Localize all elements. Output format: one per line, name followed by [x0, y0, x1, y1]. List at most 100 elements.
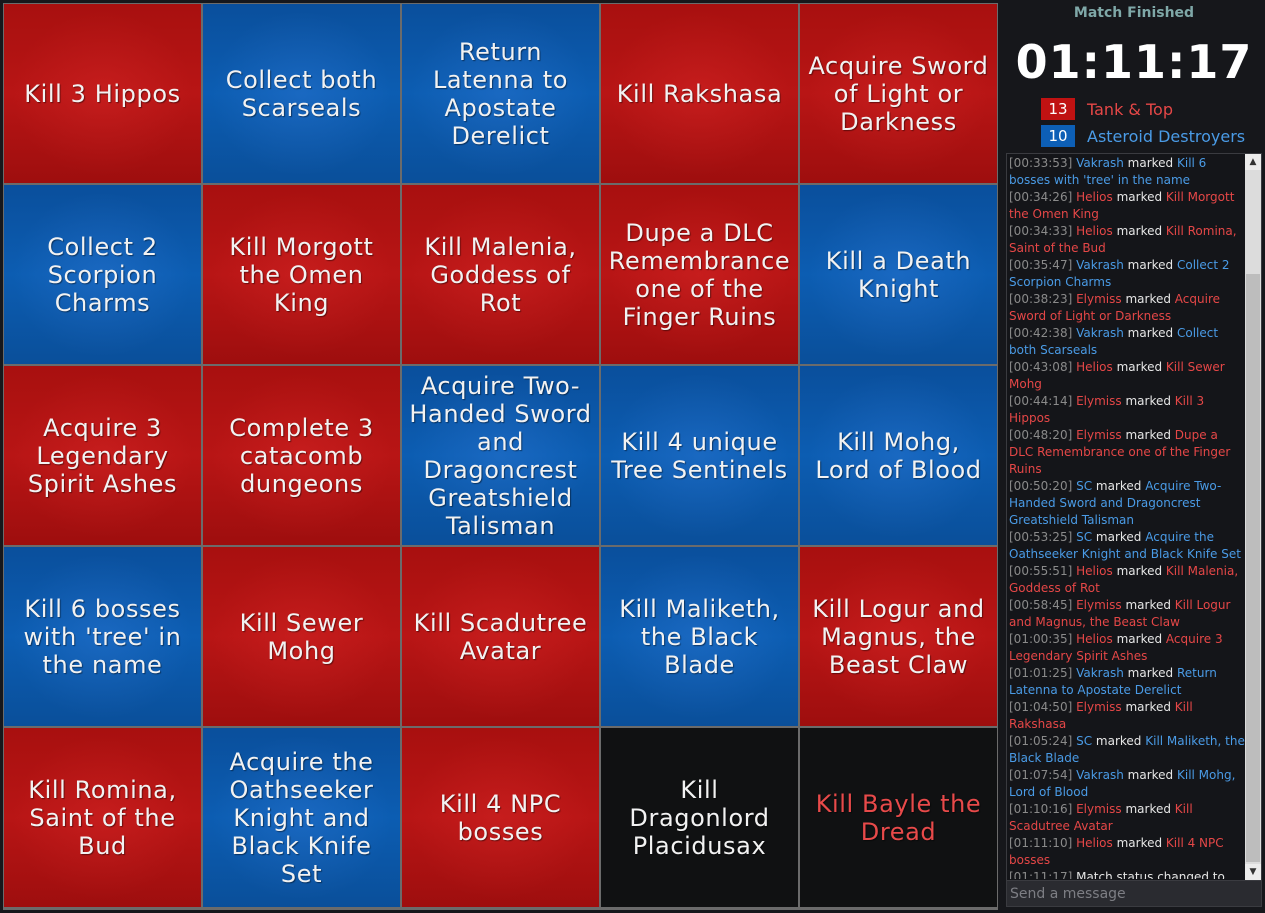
chat-message: [00:44:14] Elymiss marked Kill 3 Hippos	[1008, 393, 1245, 427]
chat-user: Elymiss	[1076, 802, 1122, 816]
chat-timestamp: [01:00:35]	[1009, 632, 1073, 646]
chat-verb: Match status changed to	[1076, 870, 1225, 879]
chat-message: [00:53:25] SC marked Acquire the Oathsee…	[1008, 529, 1245, 563]
chat-verb: marked	[1095, 734, 1142, 748]
chat-timestamp: [01:11:10]	[1009, 836, 1073, 850]
chat-message: [00:34:33] Helios marked Kill Romina, Sa…	[1008, 223, 1245, 257]
chat-timestamp: [00:35:47]	[1009, 258, 1073, 272]
bingo-cell[interactable]: Kill Mohg, Lord of Blood	[800, 366, 997, 545]
chat-verb: marked	[1127, 258, 1174, 272]
chat-timestamp: [00:43:08]	[1009, 360, 1073, 374]
chat-timestamp: [00:42:38]	[1009, 326, 1073, 340]
team-red: 13 Tank & Top	[1041, 98, 1173, 120]
chat-timestamp: [00:48:20]	[1009, 428, 1073, 442]
chat-user: Vakrash	[1076, 666, 1124, 680]
bingo-cell[interactable]: Kill Logur and Magnus, the Beast Claw	[800, 547, 997, 726]
chat-message: [00:43:08] Helios marked Kill Sewer Mohg	[1008, 359, 1245, 393]
chat-timestamp: [01:05:24]	[1009, 734, 1073, 748]
bingo-cell[interactable]: Acquire the Oathseeker Knight and Black …	[203, 728, 400, 907]
chat-message: [01:10:16] Elymiss marked Kill Scadutree…	[1008, 801, 1245, 835]
chat-message: [00:33:53] Vakrash marked Kill 6 bosses …	[1008, 155, 1245, 189]
chat-timestamp: [01:07:54]	[1009, 768, 1073, 782]
bingo-cell[interactable]: Acquire Sword of Light or Darkness	[800, 4, 997, 183]
chat-verb: marked	[1116, 564, 1163, 578]
bingo-cell[interactable]: Acquire 3 Legendary Spirit Ashes	[4, 366, 201, 545]
chat-verb: marked	[1125, 394, 1171, 408]
arrow-up-icon[interactable]: ▲	[1245, 154, 1261, 170]
chat-message: [00:55:51] Helios marked Kill Malenia, G…	[1008, 563, 1245, 597]
chat-verb: marked	[1116, 836, 1163, 850]
chat-user: Elymiss	[1076, 394, 1122, 408]
bingo-cell[interactable]: Collect 2 Scorpion Charms	[4, 185, 201, 364]
chat-timestamp: [00:38:23]	[1009, 292, 1073, 306]
chat-timestamp: [01:01:25]	[1009, 666, 1073, 680]
chat-message: [00:38:23] Elymiss marked Acquire Sword …	[1008, 291, 1245, 325]
chat-user: Vakrash	[1076, 768, 1124, 782]
chat-verb: marked	[1127, 768, 1174, 782]
chat-user: Helios	[1076, 224, 1113, 238]
chat-panel: [00:33:53] Vakrash marked Kill 6 bosses …	[1006, 153, 1262, 907]
chat-user: Helios	[1076, 190, 1113, 204]
chat-user: Elymiss	[1076, 292, 1122, 306]
arrow-down-icon[interactable]: ▼	[1245, 864, 1261, 880]
team-blue-name: Asteroid Destroyers	[1087, 126, 1246, 146]
chat-scrollbar[interactable]: ▲ ▼	[1245, 154, 1261, 880]
bingo-cell[interactable]: Return Latenna to Apostate Derelict	[402, 4, 599, 183]
chat-message: [01:05:24] SC marked Kill Maliketh, the …	[1008, 733, 1245, 767]
bingo-cell[interactable]: Collect both Scarseals	[203, 4, 400, 183]
chat-verb: marked	[1125, 700, 1171, 714]
bingo-cell[interactable]: Kill Scadutree Avatar	[402, 547, 599, 726]
bingo-cell[interactable]: Dupe a DLC Remembrance one of the Finger…	[601, 185, 798, 364]
bingo-cell[interactable]: Kill Bayle the Dread	[800, 728, 997, 907]
bingo-cell[interactable]: Kill Romina, Saint of the Bud	[4, 728, 201, 907]
match-status: Match Finished	[1073, 5, 1195, 21]
chat-user: Elymiss	[1076, 428, 1122, 442]
chat-user: Helios	[1076, 360, 1113, 374]
chat-timestamp: [00:44:14]	[1009, 394, 1073, 408]
bingo-cell[interactable]: Kill a Death Knight	[800, 185, 997, 364]
bingo-cell[interactable]: Acquire Two-Handed Sword and Dragoncrest…	[402, 366, 599, 545]
chat-verb: marked	[1116, 190, 1163, 204]
scroll-thumb[interactable]	[1246, 274, 1260, 862]
team-blue: 10 Asteroid Destroyers	[1041, 125, 1245, 147]
chat-timestamp: [00:58:45]	[1009, 598, 1073, 612]
chat-message: [00:58:45] Elymiss marked Kill Logur and…	[1008, 597, 1245, 631]
chat-input[interactable]	[1007, 880, 1261, 906]
bingo-cell[interactable]: Complete 3 catacomb dungeons	[203, 366, 400, 545]
chat-user: Vakrash	[1076, 156, 1124, 170]
chat-verb: marked	[1116, 360, 1163, 374]
chat-message: [01:07:54] Vakrash marked Kill Mohg, Lor…	[1008, 767, 1245, 801]
chat-message: [01:00:35] Helios marked Acquire 3 Legen…	[1008, 631, 1245, 665]
chat-user: Helios	[1076, 564, 1113, 578]
chat-timestamp: [00:55:51]	[1009, 564, 1073, 578]
bingo-cell[interactable]: Kill Maliketh, the Black Blade	[601, 547, 798, 726]
team-blue-score: 10	[1041, 125, 1075, 147]
chat-verb: marked	[1125, 428, 1171, 442]
bingo-cell[interactable]: Kill 4 NPC bosses	[402, 728, 599, 907]
chat-message: [00:35:47] Vakrash marked Collect 2 Scor…	[1008, 257, 1245, 291]
chat-user: Elymiss	[1076, 700, 1122, 714]
chat-verb: marked	[1125, 802, 1171, 816]
team-red-name: Tank & Top	[1087, 99, 1173, 119]
bingo-cell[interactable]: Kill Rakshasa	[601, 4, 798, 183]
team-red-score: 13	[1041, 98, 1075, 120]
chat-user: SC	[1076, 530, 1093, 544]
chat-message: [01:11:17] Match status changed to Match…	[1008, 869, 1245, 879]
bingo-cell[interactable]: Kill Dragonlord Placidusax	[601, 728, 798, 907]
bingo-cell[interactable]: Kill 4 unique Tree Sentinels	[601, 366, 798, 545]
chat-message: [00:50:20] SC marked Acquire Two-Handed …	[1008, 478, 1245, 529]
chat-timestamp: [00:33:53]	[1009, 156, 1073, 170]
bingo-cell[interactable]: Kill Sewer Mohg	[203, 547, 400, 726]
chat-verb: marked	[1116, 632, 1163, 646]
bingo-cell[interactable]: Kill Morgott the Omen King	[203, 185, 400, 364]
bingo-cell[interactable]: Kill 6 bosses with 'tree' in the name	[4, 547, 201, 726]
chat-message: [01:01:25] Vakrash marked Return Latenna…	[1008, 665, 1245, 699]
match-timer: 01:11:17	[1015, 35, 1253, 89]
chat-user: SC	[1076, 479, 1093, 493]
bingo-cell[interactable]: Kill 3 Hippos	[4, 4, 201, 183]
bingo-cell[interactable]: Kill Malenia, Goddess of Rot	[402, 185, 599, 364]
chat-message: [01:11:10] Helios marked Kill 4 NPC boss…	[1008, 835, 1245, 869]
chat-timestamp: [01:10:16]	[1009, 802, 1073, 816]
chat-verb: marked	[1095, 530, 1142, 544]
chat-verb: marked	[1125, 598, 1171, 612]
